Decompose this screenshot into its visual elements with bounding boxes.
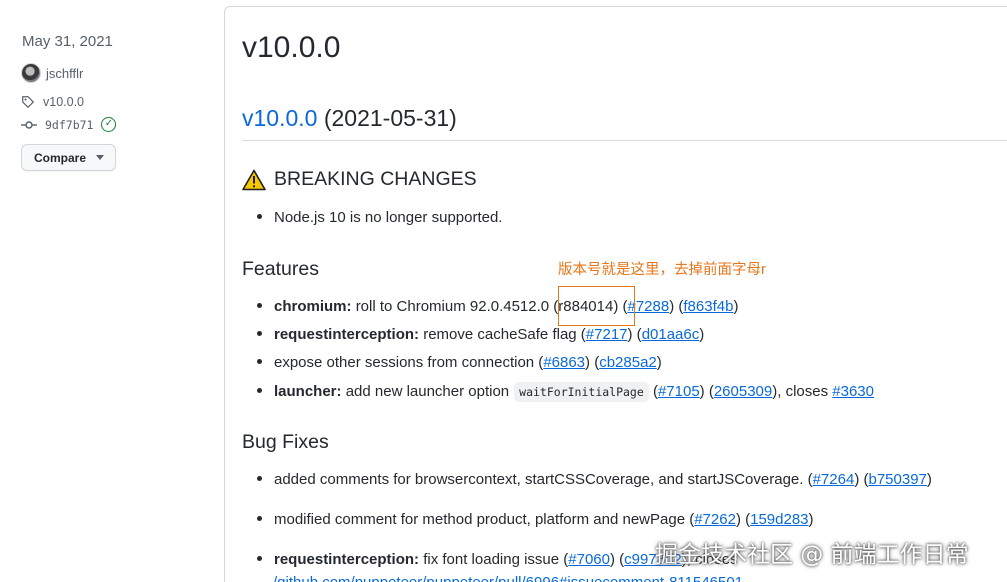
commit-hash-link[interactable]: cb285a2	[599, 354, 657, 371]
list-item-end: )	[699, 326, 705, 343]
commit-link[interactable]: 9df7b71 ✓	[21, 117, 117, 132]
list-item-end: )	[733, 298, 739, 315]
version-link[interactable]: v10.0.0	[242, 105, 317, 131]
scope-label: requestinterception:	[274, 326, 420, 343]
warning-icon	[242, 169, 266, 190]
code-snippet: waitForInitialPage	[514, 382, 649, 402]
commit-hash-link[interactable]: 2605309	[714, 383, 772, 400]
list-item-text: fix font loading issue (	[423, 551, 569, 568]
list-item: added comments for browsercontext, start…	[257, 471, 932, 488]
commit-hash-link[interactable]: f863f4b	[683, 298, 733, 315]
verified-check-icon[interactable]: ✓	[101, 117, 117, 132]
pr-link[interactable]: #7105	[658, 383, 700, 400]
list-item-end: )	[656, 354, 662, 371]
compare-label: Compare	[34, 150, 87, 165]
pr-link[interactable]: #7060	[568, 551, 610, 568]
list-item-end: )	[808, 511, 814, 528]
annotation-note: 版本号就是这里，去掉前面字母r	[558, 262, 766, 278]
list-item-text: remove cacheSafe flag (	[423, 326, 586, 343]
commit-hash-link[interactable]: 159d283	[750, 511, 808, 528]
release-date: May 31, 2021	[22, 33, 113, 50]
list-item-text: expose other sessions from connection (	[274, 354, 544, 371]
list-item-sep: ) (	[669, 298, 684, 315]
commit-hash-link[interactable]: d01aa6c	[642, 326, 700, 343]
pr-link[interactable]: #7217	[586, 326, 628, 343]
tag-name[interactable]: v10.0.0	[43, 95, 84, 109]
author-name[interactable]: jschfflr	[46, 66, 83, 81]
scope-label: launcher:	[274, 383, 342, 400]
list-item-sep: ) (	[699, 383, 714, 400]
list-item-text: added comments for browsercontext, start…	[274, 471, 813, 488]
commit-sha[interactable]: 9df7b71	[45, 118, 93, 132]
list-item: expose other sessions from connection (#…	[257, 354, 662, 371]
pr-link[interactable]: #7262	[694, 511, 736, 528]
divider	[242, 140, 1007, 141]
issue-link[interactable]: #3630	[832, 383, 874, 400]
list-item-text: modified comment for method product, pla…	[274, 511, 695, 528]
annotation-highlight-box	[558, 286, 635, 326]
watermark: 掘金技术社区 @ 前端工作日常	[655, 542, 969, 568]
avatar[interactable]	[21, 63, 41, 83]
chevron-down-icon	[96, 155, 105, 160]
compare-button[interactable]: Compare	[21, 144, 116, 171]
list-item-sep: ) (	[854, 471, 869, 488]
tag-icon	[22, 96, 35, 109]
bug-fixes-heading: Bug Fixes	[242, 431, 329, 453]
release-body: v10.0.0 v10.0.0 (2021-05-31) BREAKING CH…	[224, 6, 1007, 582]
release-date-paren: (2021-05-31)	[323, 105, 457, 131]
list-item-sep: ) (	[627, 326, 642, 343]
list-item-text: Node.js 10 is no longer supported.	[274, 209, 503, 226]
list-item: modified comment for method product, pla…	[257, 511, 814, 528]
issue-comment-link[interactable]: /github.com/puppeteer/puppeteer/pull/699…	[273, 574, 743, 582]
breaking-changes-heading: BREAKING CHANGES	[242, 168, 477, 191]
commit-hash-link[interactable]: b750397	[868, 471, 926, 488]
pr-link[interactable]: #7264	[813, 471, 855, 488]
release-subheading: v10.0.0 (2021-05-31)	[242, 105, 457, 132]
author-link[interactable]: jschfflr	[21, 63, 83, 83]
pr-link[interactable]: #6863	[543, 354, 585, 371]
list-item-sep: ) (	[585, 354, 600, 371]
list-item-end: ), closes	[772, 383, 829, 400]
list-item-sep: ) (	[735, 511, 751, 528]
commit-icon	[21, 120, 37, 129]
list-item: requestinterception: remove cacheSafe fl…	[257, 326, 704, 343]
breaking-changes-title: BREAKING CHANGES	[274, 168, 477, 190]
list-item-text: add new launcher option	[345, 383, 510, 400]
scope-label: requestinterception:	[274, 551, 420, 568]
scope-label: chromium:	[274, 298, 352, 315]
list-item: chromium: roll to Chromium 92.0.4512.0 (…	[257, 298, 738, 315]
features-heading: Features	[242, 258, 319, 280]
list-item-sep: ) (	[610, 551, 625, 568]
release-title[interactable]: v10.0.0	[242, 31, 340, 65]
tag-link[interactable]: v10.0.0	[21, 95, 84, 109]
list-item-end: )	[926, 471, 932, 488]
release-sidebar: May 31, 2021 jschfflr v10.0.0 9df7b71 ✓ …	[0, 0, 224, 582]
list-item: Node.js 10 is no longer supported.	[257, 209, 502, 226]
list-item: launcher: add new launcher option waitFor…	[257, 382, 874, 402]
